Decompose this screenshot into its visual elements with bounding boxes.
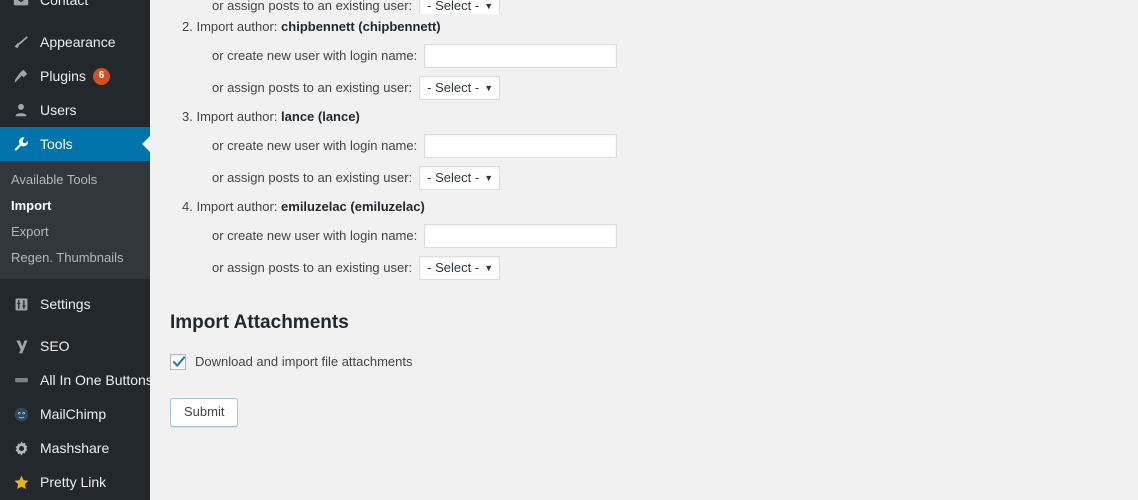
author-name: lance (lance) (281, 109, 360, 124)
new-user-login-input[interactable] (424, 224, 618, 248)
sidebar-item-label: Pretty Link (40, 474, 107, 490)
assign-existing-user-row: or assign posts to an existing user: - S… (170, 162, 1138, 194)
sliders-icon (11, 294, 31, 314)
clipped-assign-row: or assign posts to an existing user: - S… (170, 0, 1138, 14)
assign-existing-user-row: or assign posts to an existing user: - S… (170, 0, 501, 14)
current-menu-arrow (142, 136, 150, 152)
import-form-main: or assign posts to an existing user: - S… (150, 0, 1138, 500)
assign-existing-user-select[interactable]: - Select - ▼ (419, 0, 501, 14)
submit-button[interactable]: Submit (170, 397, 239, 427)
sidebar-separator (0, 321, 150, 329)
assign-existing-user-label: or assign posts to an existing user: (212, 260, 413, 275)
sidebar-item-seo[interactable]: SEO (0, 329, 150, 363)
author-heading: 2. Import author: chipbennett (chipbenne… (170, 14, 1138, 40)
sidebar-item-label: Users (40, 102, 77, 118)
create-user-label: or create new user with login name: (212, 48, 418, 63)
gear-icon (11, 438, 31, 458)
import-author-prefix: Import author: (196, 19, 278, 34)
sidebar-item-all-in-one-buttons[interactable]: All In One Buttons (0, 363, 150, 397)
chevron-down-icon: ▼ (484, 173, 494, 183)
plug-icon (11, 66, 31, 86)
import-wrap: or assign posts to an existing user: - S… (150, 0, 1138, 427)
wrench-icon (11, 134, 31, 154)
create-user-row: or create new user with login name: (170, 220, 1138, 252)
sidebar-item-label: Tools (40, 136, 73, 152)
sidebar-item-contact[interactable]: Contact (0, 0, 150, 17)
author-block: 2. Import author: chipbennett (chipbenne… (170, 14, 1138, 104)
admin-sidebar: Contact Appearance Plugins 6 Users Tools… (0, 0, 150, 500)
star-icon (11, 472, 31, 492)
download-attachments-label: Download and import file attachments (195, 354, 413, 370)
author-heading: 4. Import author: emiluzelac (emiluzelac… (170, 194, 1138, 220)
select-value: - Select - (427, 260, 480, 275)
author-name: chipbennett (chipbennett) (281, 19, 441, 34)
author-number: 4. (182, 199, 193, 214)
sidebar-item-appearance[interactable]: Appearance (0, 25, 150, 59)
assign-existing-user-select[interactable]: - Select - ▼ (419, 256, 501, 280)
assign-existing-user-label: or assign posts to an existing user: (212, 80, 413, 95)
import-author-prefix: Import author: (196, 109, 278, 124)
assign-existing-user-label: or assign posts to an existing user: (212, 170, 413, 185)
paintbrush-icon (11, 32, 31, 52)
create-user-label: or create new user with login name: (212, 138, 418, 153)
mailchimp-icon (11, 404, 31, 424)
sidebar-item-label: Contact (40, 0, 89, 8)
wordpress-admin-screen: Contact Appearance Plugins 6 Users Tools… (0, 0, 1138, 500)
sidebar-item-label: Appearance (40, 34, 116, 50)
author-heading: 3. Import author: lance (lance) (170, 104, 1138, 130)
sidebar-item-plugins[interactable]: Plugins 6 (0, 59, 150, 93)
author-number: 3. (182, 109, 193, 124)
author-block: 4. Import author: emiluzelac (emiluzelac… (170, 194, 1138, 284)
sidebar-separator (0, 279, 150, 287)
assign-existing-user-row: or assign posts to an existing user: - S… (170, 252, 1138, 284)
assign-existing-user-label: or assign posts to an existing user: (212, 0, 413, 13)
chevron-down-icon: ▼ (484, 83, 494, 93)
import-author-prefix: Import author: (196, 199, 278, 214)
new-user-login-input[interactable] (424, 44, 618, 68)
author-block: 3. Import author: lance (lance) or creat… (170, 104, 1138, 194)
sidebar-item-label: Settings (40, 296, 91, 312)
sidebar-item-pretty-link[interactable]: Pretty Link (0, 465, 150, 499)
sidebar-item-label: Mashshare (40, 440, 110, 456)
select-value: - Select - (427, 170, 480, 185)
sidebar-separator (0, 17, 150, 25)
sidebar-item-label: All In One Buttons (40, 372, 150, 388)
create-user-row: or create new user with login name: (170, 130, 1138, 162)
sidebar-item-settings[interactable]: Settings (0, 287, 150, 321)
mail-icon (11, 0, 31, 10)
sidebar-item-label: SEO (40, 338, 70, 354)
author-number: 2. (182, 19, 193, 34)
import-attachments-heading: Import Attachments (170, 312, 349, 333)
chevron-down-icon: ▼ (484, 263, 494, 273)
submenu-item-available-tools[interactable]: Available Tools (0, 167, 150, 193)
checkmark-icon (172, 355, 186, 367)
sidebar-item-mashshare[interactable]: Mashshare (0, 431, 150, 465)
user-icon (11, 100, 31, 120)
assign-existing-user-row: or assign posts to an existing user: - S… (170, 72, 1138, 104)
assign-existing-user-select[interactable]: - Select - ▼ (419, 76, 501, 100)
buttons-icon (11, 370, 31, 390)
sidebar-item-users[interactable]: Users (0, 93, 150, 127)
submenu-item-regen-thumbnails[interactable]: Regen. Thumbnails (0, 245, 150, 271)
sidebar-item-tools[interactable]: Tools (0, 127, 150, 161)
sidebar-item-label: Plugins (40, 68, 86, 84)
select-value: - Select - (427, 0, 480, 13)
submenu-item-import[interactable]: Import (0, 193, 150, 219)
create-user-label: or create new user with login name: (212, 228, 418, 243)
chevron-down-icon: ▼ (484, 1, 494, 11)
sidebar-item-mailchimp[interactable]: MailChimp (0, 397, 150, 431)
submenu-item-export[interactable]: Export (0, 219, 150, 245)
assign-existing-user-select[interactable]: - Select - ▼ (419, 166, 501, 190)
yoast-icon (11, 336, 31, 356)
download-attachments-row[interactable]: Download and import file attachments (170, 353, 1138, 370)
tools-submenu: Available Tools Import Export Regen. Thu… (0, 161, 150, 279)
new-user-login-input[interactable] (424, 134, 618, 158)
select-value: - Select - (427, 80, 480, 95)
create-user-row: or create new user with login name: (170, 40, 1138, 72)
sidebar-item-label: MailChimp (40, 406, 107, 422)
download-attachments-checkbox[interactable] (170, 353, 186, 370)
plugins-update-badge: 6 (92, 67, 110, 85)
author-name: emiluzelac (emiluzelac) (281, 199, 425, 214)
